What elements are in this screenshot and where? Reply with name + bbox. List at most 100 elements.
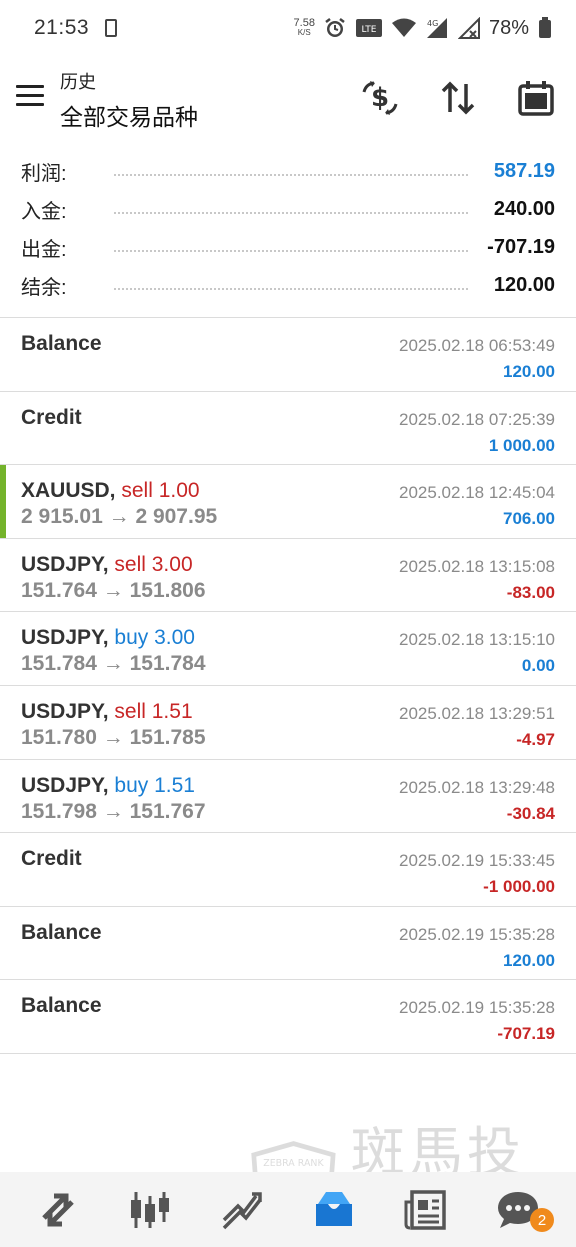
deal-row[interactable]: USDJPY, sell 3.00 151.764 → 151.806 2025.0…: [0, 539, 576, 613]
trade-tab[interactable]: [196, 1172, 288, 1247]
deal-prices: 151.798 → 151.767: [21, 800, 206, 824]
deal-row[interactable]: USDJPY, buy 1.51 151.798 → 151.767 2025.02…: [0, 760, 576, 834]
quotes-tab[interactable]: [12, 1172, 104, 1247]
deal-amount: 120.00: [503, 362, 555, 381]
deal-side: buy: [114, 773, 149, 797]
deal-amount: 0.00: [521, 656, 555, 676]
deal-title: XAUUSD, sell 1.00: [21, 479, 200, 503]
deal-time: 2025.02.18 13:29:51: [399, 703, 555, 723]
deal-volume: 1.51: [151, 699, 193, 723]
deal-symbol: Balance: [21, 920, 102, 944]
network-speed-value: 7.58: [293, 17, 315, 29]
deal-symbol: XAUUSD,: [21, 479, 116, 503]
deal-symbol: USDJPY,: [21, 552, 109, 576]
summary-label: 利润:: [21, 162, 67, 185]
close-price: 151.785: [129, 725, 206, 749]
inbox-icon: [316, 1191, 352, 1226]
title-block: 历史 全部交易品种: [60, 68, 198, 132]
screen-record-icon: [105, 19, 118, 37]
deal-volume: 1.00: [158, 479, 200, 503]
summary-label: 入金:: [21, 200, 67, 223]
deal-symbol: Balance: [21, 994, 102, 1018]
signal-no-sim-icon: [457, 17, 480, 39]
status-bar: 21:53 7.58 K/S LTE 4G 78%: [0, 0, 576, 56]
summary-dots: [114, 250, 468, 252]
news-tab[interactable]: [380, 1172, 472, 1247]
deal-title: Credit: [21, 406, 82, 430]
deal-amount: 1 000.00: [488, 435, 555, 455]
signal-4g-icon: 4G: [426, 18, 447, 38]
arrow-right-icon: →: [108, 505, 130, 529]
deal-row[interactable]: Balance 2025.02.19 15:35:28 120.00: [0, 907, 576, 981]
deal-prices: 151.764 → 151.806: [21, 579, 206, 603]
deal-amount: -83.00: [506, 582, 555, 602]
deal-title: USDJPY, buy 3.00: [21, 626, 195, 650]
deal-row[interactable]: Credit 2025.02.18 07:25:39 1 000.00: [0, 392, 576, 466]
deal-symbol: Balance: [21, 332, 102, 355]
arrow-right-icon: →: [102, 799, 124, 823]
deal-row[interactable]: USDJPY, sell 1.51 151.780 → 151.785 2025.0…: [0, 686, 576, 760]
deal-prices: 2 915.01 → 2 907.95: [21, 505, 217, 529]
menu-icon[interactable]: [16, 85, 44, 107]
summary-label: 结余:: [21, 276, 67, 299]
deal-time: 2025.02.18 07:25:39: [399, 409, 555, 429]
deal-title: USDJPY, sell 3.00: [21, 553, 193, 577]
deal-symbol: USDJPY,: [21, 699, 109, 723]
open-price: 2 915.01: [21, 505, 103, 529]
deal-time: 2025.02.18 13:15:10: [399, 630, 555, 650]
deal-amount: -707.19: [497, 1024, 555, 1044]
wifi-icon: [391, 18, 416, 37]
deal-title: Balance: [21, 332, 102, 356]
open-price: 151.780: [21, 725, 97, 749]
close-price: 151.784: [129, 652, 206, 676]
deal-row[interactable]: USDJPY, buy 3.00 151.784 → 151.784 2025.02…: [0, 612, 576, 686]
deal-time: 2025.02.19 15:35:28: [399, 924, 555, 944]
newspaper-icon: [404, 1189, 446, 1230]
summary-dots: [114, 288, 468, 290]
deal-title: Credit: [21, 847, 82, 871]
candlestick-icon: [131, 1191, 169, 1228]
history-tab[interactable]: [288, 1172, 380, 1247]
summary-label: 出金:: [21, 238, 67, 261]
sort-icon[interactable]: [436, 76, 480, 120]
deal-row[interactable]: Balance 2025.02.18 06:53:49 120.00: [0, 318, 576, 392]
deal-volume: 1.51: [154, 773, 195, 797]
messages-tab[interactable]: 2: [472, 1172, 564, 1247]
deal-time: 2025.02.19 15:35:28: [399, 998, 555, 1018]
chart-tab[interactable]: [104, 1172, 196, 1247]
status-time: 21:53: [34, 16, 90, 39]
deal-symbol: USDJPY,: [21, 626, 109, 650]
deal-title: Balance: [21, 921, 102, 945]
deal-title: Balance: [21, 994, 102, 1018]
summary-value: 120.00: [493, 273, 555, 296]
summary-value: 587.19: [493, 159, 555, 182]
deal-time: 2025.02.18 12:45:04: [399, 483, 555, 503]
deal-row[interactable]: Balance 2025.02.19 15:35:28 -707.19: [0, 980, 576, 1054]
arrow-right-icon: →: [102, 578, 124, 602]
deal-side: sell: [114, 552, 146, 576]
currency-exchange-icon[interactable]: $: [358, 76, 402, 120]
deal-side: sell: [121, 479, 153, 503]
app-bar: 历史 全部交易品种 $: [0, 56, 576, 144]
summary-value: -707.19: [487, 235, 555, 258]
deal-time: 2025.02.18 13:29:48: [399, 777, 555, 797]
deal-symbol: USDJPY,: [21, 773, 109, 797]
deal-time: 2025.02.18 13:15:08: [399, 556, 555, 576]
summary-panel: 利润: 587.19 入金: 240.00 出金: -707.19 结余: 12…: [0, 152, 576, 304]
arrows-updown-icon: [42, 1193, 74, 1226]
summary-value: 240.00: [493, 197, 555, 220]
page-title: 历史: [60, 72, 96, 92]
open-price: 151.798: [21, 799, 97, 823]
summary-dots: [114, 212, 468, 214]
svg-text:$: $: [371, 83, 389, 113]
arrow-right-icon: →: [102, 725, 124, 749]
symbol-filter[interactable]: 全部交易品种: [60, 98, 198, 132]
calendar-icon[interactable]: [514, 76, 558, 120]
deal-row[interactable]: XAUUSD, sell 1.00 2 915.01 → 2 907.95 2025…: [0, 465, 576, 539]
deal-prices: 151.780 → 151.785: [21, 726, 206, 750]
arrow-right-icon: →: [102, 652, 124, 676]
svg-text:ZEBRA RANK: ZEBRA RANK: [263, 1158, 324, 1169]
battery-percent: 78%: [488, 16, 529, 39]
deal-row[interactable]: Credit 2025.02.19 15:33:45 -1 000.00: [0, 833, 576, 907]
open-price: 151.764: [21, 578, 97, 602]
